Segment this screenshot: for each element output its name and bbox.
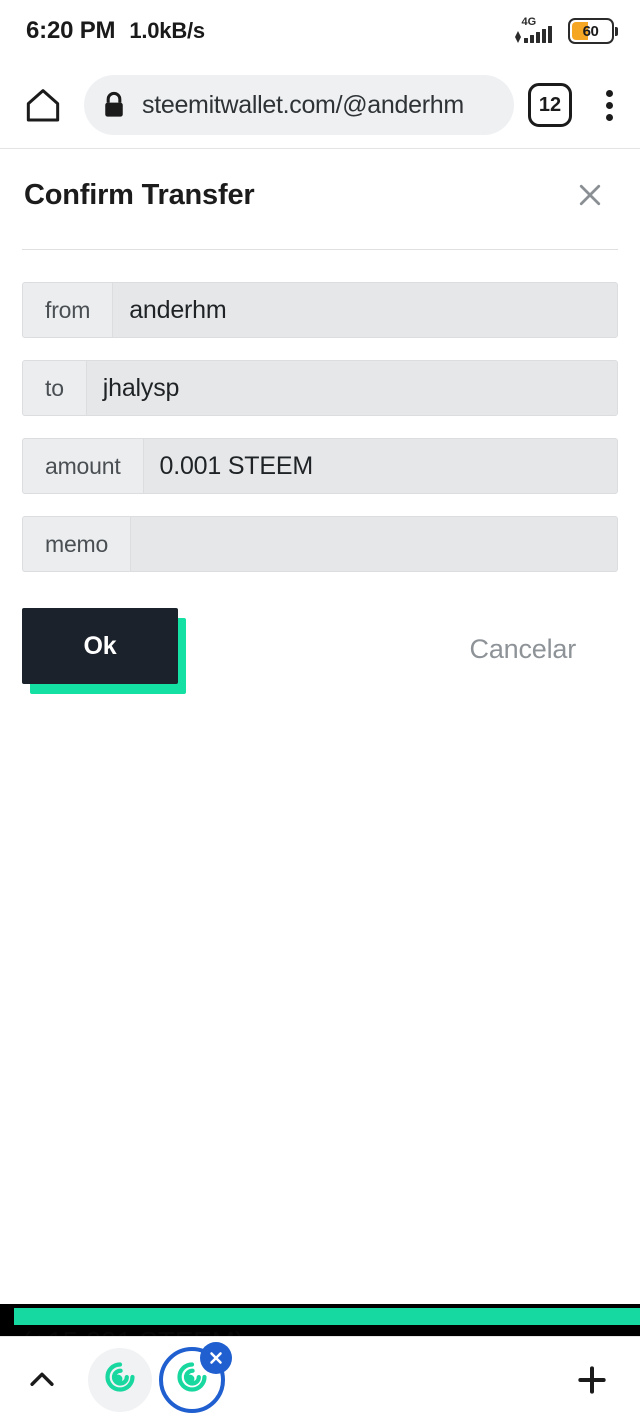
status-clock: 6:20 PM	[26, 17, 116, 44]
field-label-from: from	[22, 282, 113, 338]
url-bar[interactable]: steemitwallet.com/@anderhm	[84, 75, 514, 135]
lock-icon	[102, 91, 126, 119]
kebab-menu-icon[interactable]	[578, 89, 640, 121]
field-label-amount: amount	[22, 438, 143, 494]
tab-thumb-2[interactable]	[156, 1341, 232, 1416]
status-bar-left: 6:20 PM 1.0kB/s	[26, 17, 205, 45]
field-to: to jhalysp	[22, 360, 618, 416]
phone-screen: 6:20 PM 1.0kB/s 4G 60 steemitwallet.com/…	[0, 0, 640, 1422]
signal-strength-icon: 4G	[514, 16, 557, 45]
ok-button-wrapper: Ok	[22, 608, 186, 694]
status-bar: 6:20 PM 1.0kB/s 4G 60	[0, 0, 640, 62]
page-content: Confirm Transfer from anderhm to jhalysp…	[0, 148, 640, 1422]
transfer-fields: from anderhm to jhalysp amount 0.001 STE…	[0, 250, 640, 572]
field-value-to[interactable]: jhalysp	[85, 360, 618, 416]
field-label-to: to	[22, 360, 86, 416]
field-value-amount[interactable]: 0.001 STEEM	[142, 438, 618, 494]
url-text: steemitwallet.com/@anderhm	[142, 90, 464, 119]
cancel-button[interactable]: Cancelar	[470, 634, 577, 665]
battery-icon: 60	[567, 18, 618, 44]
close-icon[interactable]	[570, 175, 610, 215]
network-speed: 1.0kB/s	[129, 18, 205, 43]
home-icon[interactable]	[12, 85, 74, 125]
field-value-memo[interactable]	[130, 516, 618, 572]
dialog-header: Confirm Transfer	[0, 149, 640, 215]
battery-percent-label: 60	[582, 22, 599, 40]
field-memo: memo	[22, 516, 618, 572]
ok-button[interactable]: Ok	[22, 608, 178, 684]
signal-bars-icon	[523, 26, 552, 43]
close-tab-icon[interactable]	[200, 1341, 232, 1374]
field-from: from anderhm	[22, 282, 618, 338]
steem-favicon	[103, 1360, 137, 1399]
page-title: Confirm Transfer	[24, 178, 255, 211]
field-value-from[interactable]: anderhm	[112, 282, 618, 338]
field-amount: amount 0.001 STEEM	[22, 438, 618, 494]
browser-toolbar: steemitwallet.com/@anderhm 12	[0, 62, 640, 148]
chevron-up-icon[interactable]	[0, 1363, 84, 1397]
tab-counter-button[interactable]: 12	[528, 83, 572, 127]
plus-icon[interactable]	[544, 1360, 640, 1400]
dialog-actions: Ok Cancelar	[0, 608, 640, 718]
field-label-memo: memo	[22, 516, 131, 572]
tab-thumb-1[interactable]	[84, 1344, 156, 1416]
browser-bottom-bar	[0, 1336, 640, 1422]
accent-bar	[14, 1308, 640, 1325]
data-transfer-icon	[514, 30, 523, 43]
status-bar-right: 4G 60	[514, 16, 618, 45]
tab-counter-label: 12	[538, 93, 562, 116]
